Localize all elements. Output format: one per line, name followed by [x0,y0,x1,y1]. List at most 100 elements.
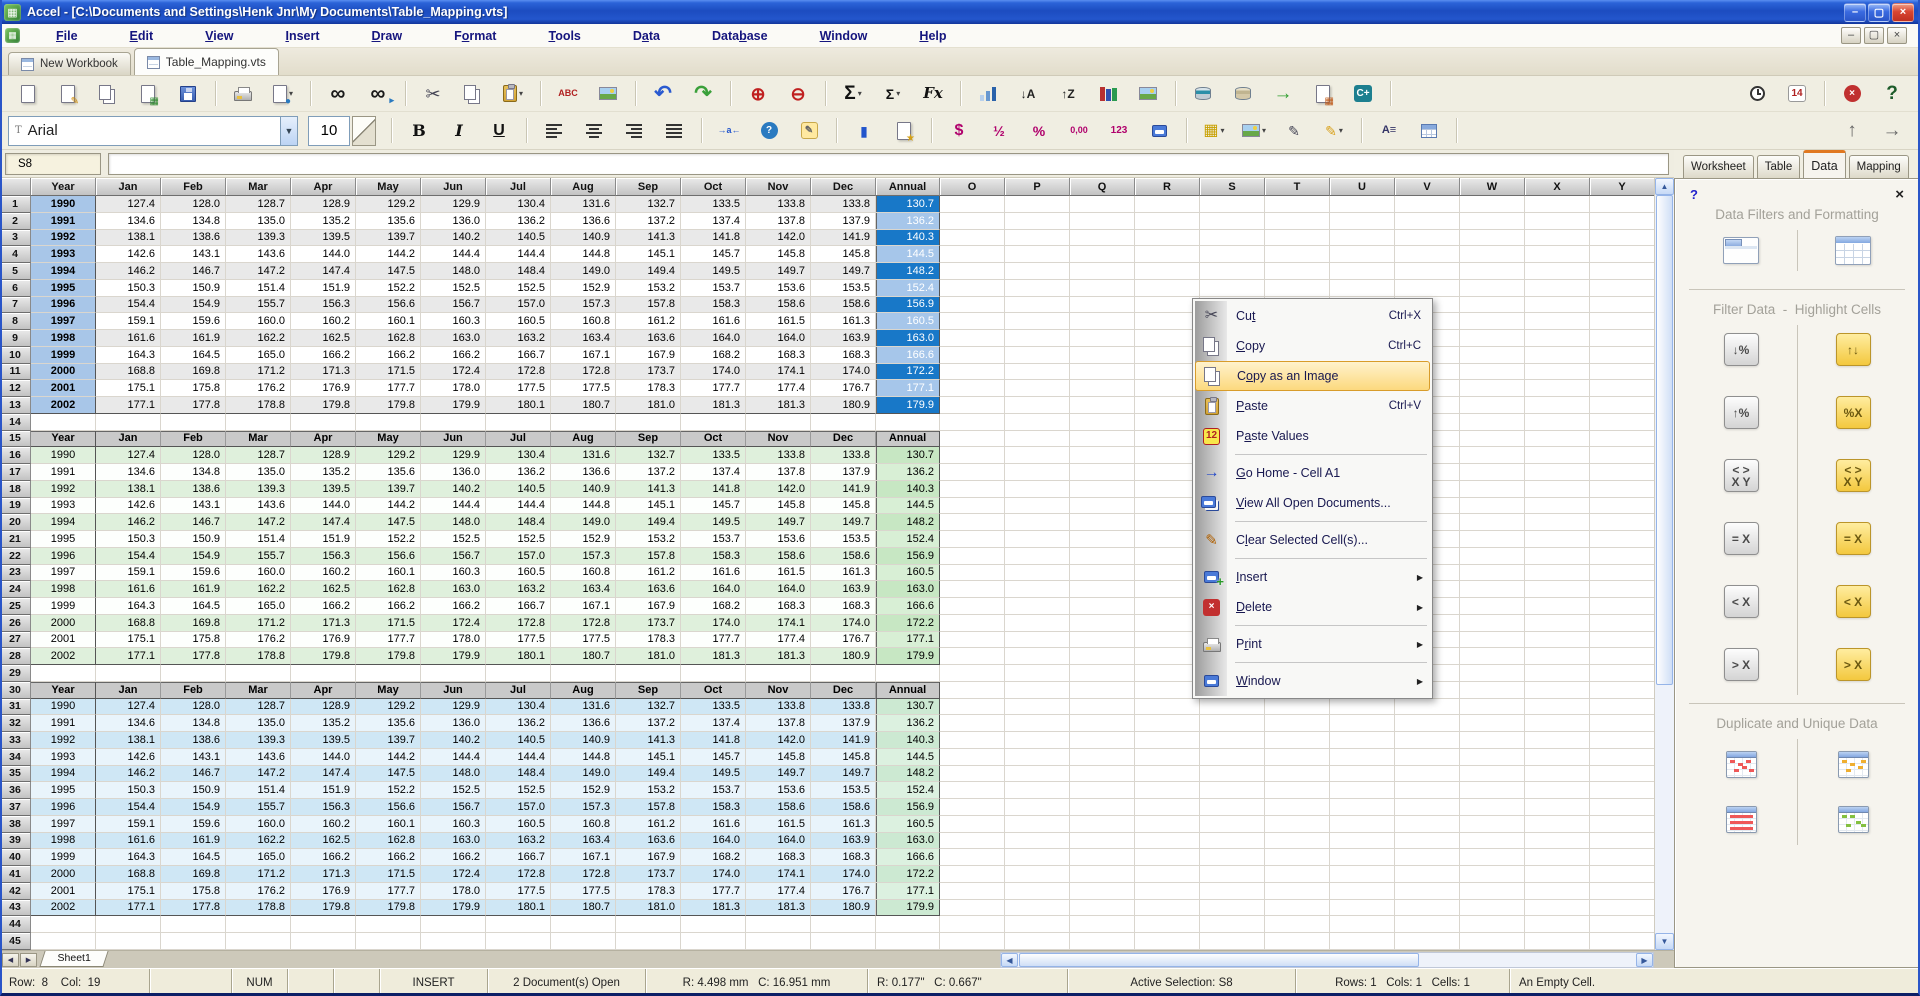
cell[interactable]: 148.4 [486,766,551,783]
cell[interactable]: 136.2 [876,213,940,230]
cell[interactable] [1460,246,1525,263]
cell[interactable]: 127.4 [96,447,161,464]
cell[interactable]: 156.7 [421,548,486,565]
close-button[interactable]: × [1892,3,1914,22]
cell[interactable] [356,933,421,950]
cell[interactable]: 160.5 [486,816,551,833]
cell[interactable]: 156.9 [876,799,940,816]
cell[interactable] [1590,900,1654,917]
row-header-35[interactable]: 35 [0,766,31,783]
cell[interactable] [1135,196,1200,213]
cell[interactable] [1460,347,1525,364]
scroll-down-button[interactable]: ▼ [1655,933,1674,950]
cell[interactable]: 163.2 [486,833,551,850]
cell[interactable] [1200,883,1265,900]
cell[interactable] [1265,715,1330,732]
cell[interactable]: 160.3 [421,816,486,833]
cell[interactable] [1590,615,1654,632]
cell[interactable]: 176.9 [291,632,356,649]
cell[interactable] [940,665,1005,682]
cell[interactable] [940,565,1005,582]
cell[interactable] [1330,933,1395,950]
cell[interactable]: 136.2 [486,213,551,230]
context-menu-item-view-all-open-documents[interactable]: View All Open Documents... [1195,488,1430,518]
cell[interactable]: 139.5 [291,230,356,247]
column-header-sep[interactable]: Sep [616,178,681,196]
cell[interactable]: 180.7 [551,397,616,414]
row-header-14[interactable]: 14 [0,414,31,431]
function-wizard-button[interactable]: Fx [915,79,951,109]
cell[interactable] [1460,615,1525,632]
cell[interactable] [1265,883,1330,900]
cell[interactable] [226,414,291,431]
cell[interactable] [1590,548,1654,565]
cell[interactable] [940,297,1005,314]
column-header-q[interactable]: Q [1070,178,1135,196]
cell[interactable]: 177.1 [876,380,940,397]
cell[interactable] [1590,581,1654,598]
cell[interactable]: 172.8 [486,615,551,632]
row-header-8[interactable]: 8 [0,313,31,330]
menu-tools[interactable]: Tools [548,29,580,43]
cell[interactable]: 176.2 [226,380,291,397]
cell[interactable]: 159.1 [96,313,161,330]
cell[interactable]: 151.4 [226,782,291,799]
row-header-12[interactable]: 12 [0,380,31,397]
cell[interactable] [940,196,1005,213]
row-header-2[interactable]: 2 [0,213,31,230]
cell[interactable]: 1995 [31,782,96,799]
row-header-36[interactable]: 36 [0,782,31,799]
cell[interactable]: 178.8 [226,397,291,414]
cell[interactable] [1135,531,1200,548]
cell[interactable] [1135,230,1200,247]
cell[interactable]: 1994 [31,263,96,280]
cell[interactable] [1135,548,1200,565]
cell[interactable] [1070,263,1135,280]
cell[interactable]: 160.5 [486,565,551,582]
cell[interactable] [1460,464,1525,481]
cell[interactable] [1525,648,1590,665]
cell[interactable]: 144.0 [291,498,356,515]
cell[interactable] [940,682,1005,699]
cell[interactable]: 181.3 [746,397,811,414]
cell[interactable]: 165.0 [226,849,291,866]
cell[interactable] [1590,447,1654,464]
cell[interactable] [226,916,291,933]
cell[interactable] [1070,632,1135,649]
cell[interactable] [1460,364,1525,381]
cell[interactable]: 177.8 [161,648,226,665]
cell[interactable]: 1990 [31,196,96,213]
cell[interactable]: 154.9 [161,297,226,314]
cell[interactable]: 161.6 [681,565,746,582]
cell[interactable] [1070,565,1135,582]
row-header-33[interactable]: 33 [0,732,31,749]
cell[interactable] [940,514,1005,531]
cell[interactable]: 1993 [31,498,96,515]
cell[interactable] [1070,581,1135,598]
cell[interactable]: 180.9 [811,900,876,917]
row-header-4[interactable]: 4 [0,246,31,263]
cell[interactable] [291,665,356,682]
cell[interactable]: 1991 [31,213,96,230]
cell[interactable]: 136.6 [551,715,616,732]
cell[interactable] [1525,347,1590,364]
cell[interactable] [1395,246,1460,263]
cell[interactable] [1590,431,1654,448]
cell[interactable]: 1990 [31,447,96,464]
help-button[interactable]: ? [1874,79,1910,109]
cell[interactable]: 158.6 [811,548,876,565]
cell[interactable]: 132.7 [616,447,681,464]
cell[interactable] [1135,213,1200,230]
cell[interactable] [1460,213,1525,230]
cell[interactable]: 163.9 [811,833,876,850]
cell[interactable]: 181.3 [681,648,746,665]
cell[interactable]: 179.8 [356,648,421,665]
cell[interactable]: 149.5 [681,514,746,531]
cell[interactable]: 172.4 [421,364,486,381]
column-header-jun[interactable]: Jun [421,178,486,196]
cell[interactable]: 161.6 [681,313,746,330]
cell[interactable] [1070,464,1135,481]
cell[interactable] [1200,230,1265,247]
cell[interactable]: 135.6 [356,715,421,732]
cell[interactable]: 151.4 [226,531,291,548]
